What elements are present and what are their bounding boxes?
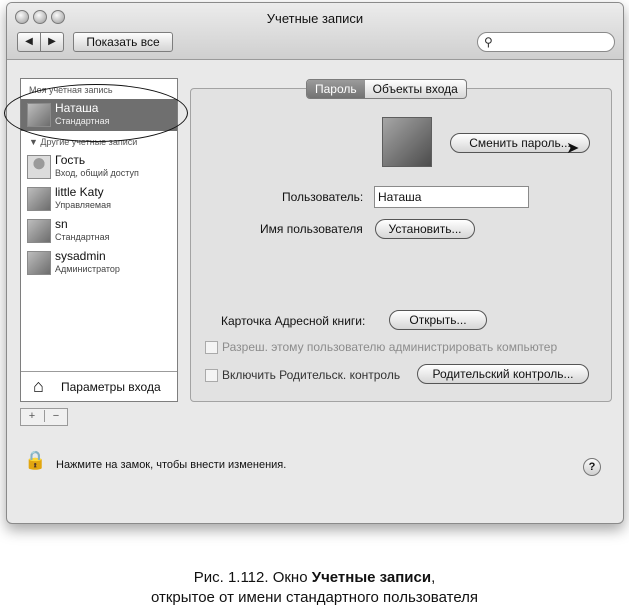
show-all-button[interactable]: Показать все	[73, 32, 173, 52]
user-name: Гость	[55, 153, 86, 167]
search-input[interactable]: ⚲	[477, 32, 615, 52]
open-address-card-button[interactable]: Открыть...	[389, 310, 487, 330]
set-username-button[interactable]: Установить...	[375, 219, 475, 239]
figure-caption: Рис. 1.112. Окно Учетные записи, открыто…	[0, 568, 629, 608]
forward-button[interactable]: ▶	[40, 32, 64, 52]
list-item-user[interactable]: little Katy Управляемая	[21, 183, 177, 215]
window-title: Учетные записи	[266, 11, 364, 26]
add-user-button[interactable]: +	[21, 410, 43, 422]
address-card-label: Карточка Адресной книги:	[221, 314, 366, 328]
tab-password[interactable]: Пароль	[307, 80, 365, 98]
selection-highlight-ellipse	[4, 84, 188, 142]
back-button[interactable]: ◀	[17, 32, 41, 52]
list-item-user[interactable]: sn Стандартная	[21, 215, 177, 247]
user-avatar	[27, 219, 51, 243]
user-avatar	[27, 251, 51, 275]
username-label: Имя пользователя	[260, 222, 363, 236]
admin-checkbox[interactable]	[205, 341, 218, 354]
help-button[interactable]: ?	[583, 458, 601, 476]
lock-hint: Нажмите на замок, чтобы внести изменения…	[56, 459, 287, 471]
user-name: little Katy	[55, 185, 104, 199]
user-name-field[interactable]: Наташа	[374, 186, 529, 208]
caption-line2: открытое от имени стандартного пользоват…	[150, 589, 479, 606]
house-icon: ⌂	[33, 376, 44, 396]
tab-login-items[interactable]: Объекты входа	[365, 80, 466, 98]
parental-controls-button[interactable]: Родительский контроль...	[417, 364, 589, 384]
add-remove-buttons: + −	[20, 408, 68, 426]
search-icon: ⚲	[484, 35, 493, 49]
list-item-user[interactable]: Гость Вход, общий доступ	[21, 151, 177, 183]
caption-text: Окно	[268, 569, 312, 586]
lock-icon[interactable]: 🔒	[24, 450, 46, 471]
user-role: Стандартная	[55, 232, 110, 242]
login-options-label: Параметры входа	[61, 380, 161, 394]
user-label: Пользователь:	[282, 190, 364, 204]
user-avatar	[27, 187, 51, 211]
title-bar: Учетные записи ◀ ▶ Показать все ⚲	[7, 3, 623, 60]
parental-checkbox-label: Включить Родительск. контроль	[222, 368, 401, 382]
user-role: Администратор	[55, 264, 120, 274]
cursor-icon: ➤	[566, 140, 580, 157]
tab-bar: Пароль Объекты входа	[306, 79, 467, 99]
admin-checkbox-label: Разреш. этому пользователю администриров…	[222, 340, 558, 354]
remove-user-button[interactable]: −	[44, 410, 67, 422]
user-photo[interactable]	[382, 117, 432, 167]
user-name: sn	[55, 217, 68, 231]
caption-comma: ,	[431, 569, 436, 586]
user-name: sysadmin	[55, 249, 106, 263]
login-options-item[interactable]: ⌂ Параметры входа	[21, 371, 177, 402]
caption-number: Рис. 1.112.	[193, 569, 269, 586]
list-item-user[interactable]: sysadmin Администратор	[21, 247, 177, 279]
user-role: Управляемая	[55, 200, 111, 210]
caption-bold: Учетные записи	[311, 569, 432, 586]
user-role: Вход, общий доступ	[55, 168, 139, 178]
parental-checkbox[interactable]	[205, 369, 218, 382]
guest-icon	[27, 155, 51, 179]
